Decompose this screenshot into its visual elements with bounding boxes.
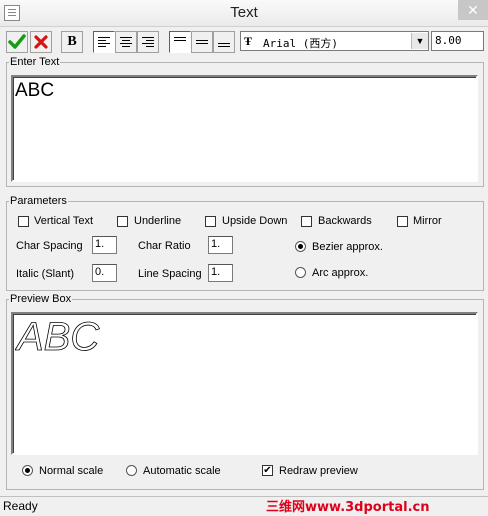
vertical-text-checkbox[interactable] bbox=[18, 216, 29, 227]
automatic-scale-label: Automatic scale bbox=[143, 465, 221, 477]
underline-label: Underline bbox=[134, 215, 182, 227]
font-name: Arial (西方) bbox=[263, 37, 338, 50]
window-title: Text bbox=[230, 4, 258, 21]
arc-radio[interactable] bbox=[295, 267, 306, 278]
title-bar: Text ✕ bbox=[0, 0, 488, 27]
char-spacing-input[interactable]: 1. bbox=[92, 236, 117, 254]
char-ratio-label: Char Ratio bbox=[138, 240, 191, 252]
mirror-checkbox[interactable] bbox=[397, 216, 408, 227]
backwards-checkbox[interactable] bbox=[301, 216, 312, 227]
valign-middle-button[interactable] bbox=[191, 31, 213, 53]
valign-top-button[interactable] bbox=[169, 31, 191, 53]
align-left-icon bbox=[98, 37, 110, 47]
bold-button[interactable]: B bbox=[61, 31, 83, 53]
cancel-button[interactable] bbox=[30, 31, 52, 53]
preview-sample-text: ABC bbox=[15, 315, 100, 358]
char-spacing-label: Char Spacing bbox=[16, 240, 83, 252]
italic-input[interactable]: 0. bbox=[92, 264, 117, 282]
upside-down-label: Upside Down bbox=[222, 215, 288, 227]
char-ratio-input[interactable]: 1. bbox=[208, 236, 233, 254]
upside-down-checkbox[interactable] bbox=[205, 216, 216, 227]
parameters-legend: Parameters bbox=[10, 195, 67, 207]
bezier-radio[interactable] bbox=[295, 241, 306, 252]
align-center-button[interactable] bbox=[115, 31, 137, 53]
truetype-icon: Ŧ bbox=[244, 34, 253, 48]
automatic-scale-radio[interactable] bbox=[126, 465, 137, 476]
chevron-down-icon[interactable]: ▼ bbox=[411, 33, 428, 49]
underline-checkbox[interactable] bbox=[117, 216, 128, 227]
line-spacing-label: Line Spacing bbox=[138, 268, 202, 280]
bezier-label: Bezier approx. bbox=[312, 241, 383, 253]
arc-label: Arc approx. bbox=[312, 267, 369, 279]
align-center-icon bbox=[120, 37, 132, 47]
close-button[interactable]: ✕ bbox=[458, 0, 488, 20]
align-left-button[interactable] bbox=[93, 31, 115, 53]
valign-middle-icon bbox=[196, 37, 208, 47]
normal-scale-radio[interactable] bbox=[22, 465, 33, 476]
line-spacing-input[interactable]: 1. bbox=[208, 264, 233, 282]
cross-icon bbox=[34, 35, 48, 49]
redraw-preview-label: Redraw preview bbox=[279, 465, 358, 477]
valign-top-icon bbox=[174, 37, 186, 47]
watermark: 三维网www.3dportal.cn bbox=[266, 500, 430, 515]
font-select[interactable]: Ŧ Arial (西方) ▼ bbox=[240, 31, 429, 51]
ok-button[interactable] bbox=[6, 31, 28, 53]
text-input-value: ABC bbox=[15, 80, 55, 101]
status-text: Ready bbox=[3, 499, 38, 513]
align-right-icon bbox=[142, 37, 154, 47]
bold-label: B bbox=[67, 34, 77, 49]
normal-scale-label: Normal scale bbox=[39, 465, 104, 477]
italic-label: Italic (Slant) bbox=[16, 268, 75, 280]
close-icon: ✕ bbox=[467, 2, 479, 18]
font-size-input[interactable]: 8.00 bbox=[431, 31, 484, 51]
backwards-label: Backwards bbox=[318, 215, 372, 227]
align-right-button[interactable] bbox=[137, 31, 159, 53]
mirror-label: Mirror bbox=[413, 215, 442, 227]
vertical-text-label: Vertical Text bbox=[34, 215, 94, 227]
redraw-preview-checkbox[interactable]: ✔ bbox=[262, 465, 273, 476]
preview-canvas: ABC bbox=[15, 315, 101, 358]
preview-legend: Preview Box bbox=[10, 293, 72, 305]
preview-area: ABC bbox=[11, 312, 478, 455]
valign-bottom-button[interactable] bbox=[213, 31, 235, 53]
text-input-area[interactable]: ABC bbox=[11, 75, 478, 182]
enter-text-legend: Enter Text bbox=[10, 56, 60, 68]
valign-bottom-icon bbox=[218, 37, 230, 47]
checkmark-icon bbox=[8, 34, 26, 49]
